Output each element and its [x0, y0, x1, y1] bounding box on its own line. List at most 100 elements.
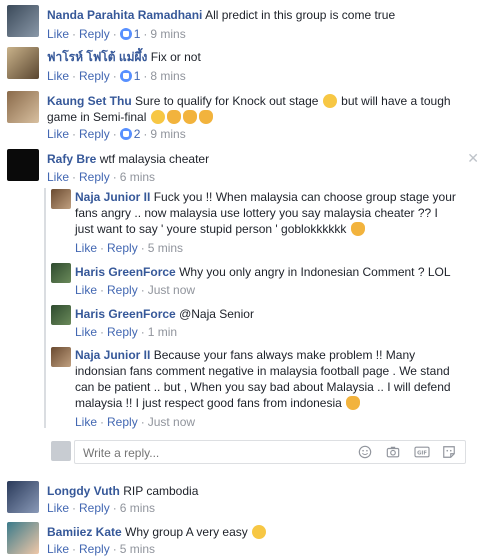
- avatar[interactable]: [7, 47, 39, 79]
- timestamp[interactable]: 1 min: [148, 325, 177, 339]
- reply-button[interactable]: Reply: [107, 415, 138, 429]
- comment-actions: Like · Reply · 2 · 9 mins: [47, 127, 186, 141]
- commenter-name[interactable]: Haris GreenForce: [75, 307, 176, 321]
- emoji-icon[interactable]: [357, 445, 373, 459]
- thread-line: [44, 188, 46, 428]
- like-count[interactable]: 1: [134, 69, 141, 83]
- comment-body: Bamiiez Kate Why group A very easy: [47, 524, 267, 540]
- comment-text: All predict in this group is come true: [205, 8, 396, 22]
- reply-text: just want to say ' youre stupid person '…: [75, 222, 347, 236]
- avatar[interactable]: [7, 91, 39, 123]
- reply-text: indonsian fans comment negative in malay…: [75, 364, 450, 378]
- sticker-icon[interactable]: [441, 445, 457, 459]
- grinning-emoji-icon: [322, 94, 337, 108]
- timestamp[interactable]: 9 mins: [150, 27, 185, 41]
- reply-actions: Like · Reply · Just now: [75, 283, 196, 297]
- like-count[interactable]: 2: [134, 127, 141, 141]
- comment-body: Nanda Parahita Ramadhani All predict in …: [47, 7, 395, 23]
- grinning-emoji-icon: [252, 525, 267, 539]
- comment-text: Sure to qualify for Knock out stage: [135, 94, 319, 108]
- reply-actions: Like · Reply · Just now: [75, 415, 196, 429]
- reply-body: Haris GreenForce Why you only angry in I…: [75, 264, 451, 280]
- like-button[interactable]: Like: [47, 27, 69, 41]
- reply-button[interactable]: Reply: [79, 170, 110, 184]
- reply-text: Because your fans always make problem !!…: [153, 348, 416, 362]
- reply-button[interactable]: Reply: [79, 27, 110, 41]
- reply-button[interactable]: Reply: [79, 501, 110, 515]
- avatar[interactable]: [51, 263, 71, 283]
- comment-actions: Like · Reply · 1 · 9 mins: [47, 27, 186, 41]
- commenter-name[interactable]: Haris GreenForce: [75, 265, 176, 279]
- avatar[interactable]: [51, 347, 71, 367]
- avatar[interactable]: [51, 305, 71, 325]
- reply-body: Naja Junior II Fuck you !! When malaysia…: [75, 189, 475, 237]
- close-icon[interactable]: ✕: [467, 150, 479, 167]
- comment-body: Longdy Vuth RIP cambodia: [47, 483, 198, 499]
- like-button[interactable]: Like: [47, 127, 69, 141]
- avatar[interactable]: [7, 481, 39, 513]
- reply-actions: Like · Reply · 1 min: [75, 325, 178, 339]
- avatar[interactable]: [7, 5, 39, 37]
- commenter-name[interactable]: Kaung Set Thu: [47, 94, 132, 108]
- clapping-hands-icon: [182, 110, 197, 124]
- reply-text: Fuck you !! When malaysia can choose gro…: [153, 190, 456, 204]
- comment-actions: Like · Reply · 5 mins: [47, 542, 156, 556]
- timestamp[interactable]: 6 mins: [120, 170, 155, 184]
- camera-icon[interactable]: [385, 445, 401, 459]
- like-count[interactable]: 1: [134, 27, 141, 41]
- timestamp[interactable]: 6 mins: [120, 501, 155, 515]
- reply-input[interactable]: [81, 444, 345, 462]
- reply-text: fans angry .. now malaysia use lottery y…: [75, 206, 438, 220]
- grinning-emoji-icon: [150, 110, 165, 124]
- comment-actions: Like · Reply · 6 mins: [47, 170, 156, 184]
- reply-button[interactable]: Reply: [107, 283, 138, 297]
- comment-text: but will have a tough: [341, 94, 451, 108]
- reply-body: Haris GreenForce @Naja Senior: [75, 306, 254, 322]
- reply-text: Why you only angry in Indonesian Comment…: [179, 265, 451, 279]
- comment-text: Why group A very easy: [125, 525, 248, 539]
- thumbs-up-icon: [350, 222, 365, 236]
- user-avatar: [51, 441, 71, 461]
- reply-text: @Naja Senior: [179, 307, 254, 321]
- commenter-name[interactable]: Naja Junior II: [75, 190, 150, 204]
- commenter-name[interactable]: ฟาโรห์ โฟโต้ แม่ผึ้ง: [47, 50, 147, 64]
- comment-text: RIP cambodia: [123, 484, 199, 498]
- reply-button[interactable]: Reply: [107, 325, 138, 339]
- like-count-icon: [119, 28, 132, 40]
- victory-hand-icon: [346, 396, 361, 410]
- reply-button[interactable]: Reply: [79, 69, 110, 83]
- like-button[interactable]: Like: [47, 170, 69, 184]
- commenter-name[interactable]: Longdy Vuth: [47, 484, 120, 498]
- comment-body: ฟาโรห์ โฟโต้ แม่ผึ้ง Fix or not: [47, 49, 201, 65]
- comment-actions: Like · Reply · 6 mins: [47, 501, 156, 515]
- timestamp[interactable]: Just now: [148, 415, 195, 429]
- reply-text: can be patient .. but , When you say bad…: [75, 380, 451, 394]
- comment-body: Rafy Bre wtf malaysia cheater: [47, 151, 209, 167]
- gif-icon[interactable]: GIF: [413, 445, 431, 459]
- avatar[interactable]: [7, 149, 39, 181]
- like-button[interactable]: Like: [75, 325, 97, 339]
- timestamp[interactable]: 9 mins: [150, 127, 185, 141]
- reply-text: malaysia !! I just respect good fans fro…: [75, 396, 342, 410]
- reply-button[interactable]: Reply: [107, 241, 138, 255]
- avatar[interactable]: [51, 189, 71, 209]
- comment-body: Kaung Set Thu Sure to qualify for Knock …: [47, 93, 477, 125]
- like-button[interactable]: Like: [75, 283, 97, 297]
- timestamp[interactable]: 5 mins: [148, 241, 183, 255]
- timestamp[interactable]: 8 mins: [150, 69, 185, 83]
- reply-composer[interactable]: GIF: [74, 440, 466, 464]
- like-button[interactable]: Like: [75, 241, 97, 255]
- timestamp[interactable]: Just now: [148, 283, 195, 297]
- like-button[interactable]: Like: [47, 69, 69, 83]
- waving-hand-icon: [166, 110, 181, 124]
- like-button[interactable]: Like: [75, 415, 97, 429]
- commenter-name[interactable]: Bamiiez Kate: [47, 525, 122, 539]
- commenter-name[interactable]: Rafy Bre: [47, 152, 96, 166]
- like-count-icon: [119, 128, 132, 140]
- reply-button[interactable]: Reply: [79, 127, 110, 141]
- avatar[interactable]: [7, 522, 39, 554]
- commenter-name[interactable]: Naja Junior II: [75, 348, 150, 362]
- commenter-name[interactable]: Nanda Parahita Ramadhani: [47, 8, 202, 22]
- like-button[interactable]: Like: [47, 501, 69, 515]
- comment-text: wtf malaysia cheater: [99, 152, 210, 166]
